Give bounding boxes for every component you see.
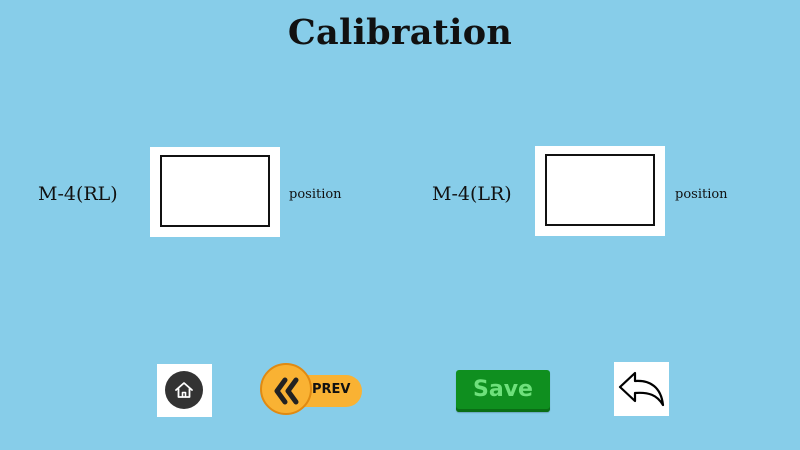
prev-button[interactable]: PREV	[258, 361, 364, 421]
back-button[interactable]	[614, 362, 669, 416]
m4-lr-position-label: position	[675, 187, 728, 202]
m4-rl-label: M-4(RL)	[38, 183, 118, 205]
page-title: Calibration	[287, 12, 513, 53]
m4-lr-input-frame	[535, 146, 665, 236]
double-chevron-left-icon	[260, 363, 312, 415]
home-icon	[165, 371, 203, 409]
save-label: Save	[473, 377, 533, 402]
prev-label: PREV	[312, 382, 351, 397]
m4-rl-position-label: position	[289, 187, 342, 202]
m4-rl-input-frame	[150, 147, 280, 237]
m4-rl-input[interactable]	[160, 155, 270, 227]
m4-lr-input[interactable]	[545, 154, 655, 226]
m4-lr-label: M-4(LR)	[432, 183, 512, 205]
save-button[interactable]: Save	[456, 370, 550, 412]
undo-arrow-icon	[618, 371, 665, 407]
home-button[interactable]	[157, 364, 212, 417]
